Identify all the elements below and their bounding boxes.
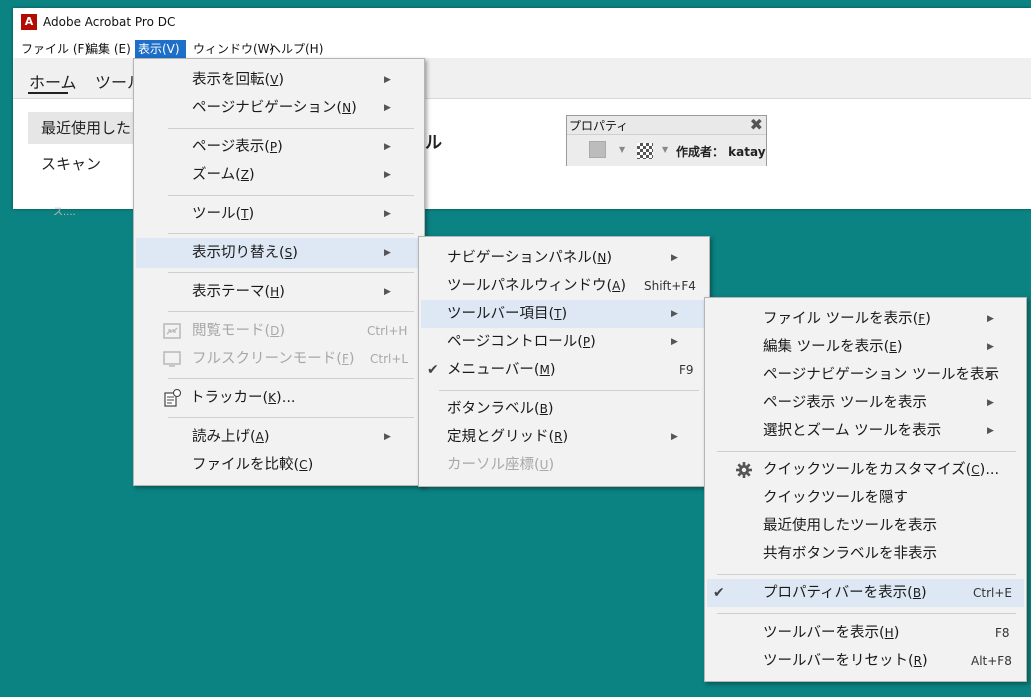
menu-item-fullscreen[interactable]: フルスクリーンモード(F) Ctrl+L [136, 345, 422, 373]
sidebar-item-scan[interactable]: スキャン [28, 148, 101, 180]
tracker-icon [164, 389, 181, 407]
separator [168, 417, 414, 418]
sidebar-item-faded: ス.... [53, 207, 76, 218]
menu-item-cursor-coordinates[interactable]: カーソル座標(U) [421, 451, 707, 479]
menu-bar: ファイル (F) 編集 (E) 表示(V) ウィンドウ(W) ヘルプ(H) [13, 38, 1031, 58]
menu-item-customize-quick-tools[interactable]: クイックツールをカスタマイズ(C)... [707, 456, 1024, 484]
chevron-right-icon: ▶ [384, 287, 391, 297]
shortcut-label: Ctrl+E [973, 586, 1012, 600]
properties-toolbar-title: プロパティ [569, 119, 629, 133]
page-heading: ル [425, 133, 442, 153]
separator [168, 233, 414, 234]
chevron-right-icon: ▶ [671, 337, 678, 347]
shortcut-label: Ctrl+H [367, 324, 408, 338]
chevron-down-icon[interactable]: ▼ [619, 145, 625, 154]
chevron-right-icon: ▶ [384, 170, 391, 180]
shortcut-label: Ctrl+L [370, 352, 409, 366]
menu-item-button-labels[interactable]: ボタンラベル(B) [421, 395, 707, 423]
chevron-right-icon: ▶ [987, 398, 994, 408]
menu-item-display-theme[interactable]: 表示テーマ(H) ▶ [136, 278, 422, 306]
menu-item-show-properties-bar[interactable]: ✔ プロパティバーを表示(B) Ctrl+E [707, 579, 1024, 607]
menu-item-read-aloud[interactable]: 読み上げ(A) ▶ [136, 423, 422, 451]
close-icon[interactable]: ✖ [750, 115, 763, 134]
menu-item-menu-bar[interactable]: ✔ メニューバー(M) F9 [421, 356, 707, 384]
separator [168, 378, 414, 379]
menu-item-show-toolbars[interactable]: ツールバーを表示(H) F8 [707, 619, 1024, 647]
shortcut-label: Shift+F4 [644, 279, 696, 293]
menu-item-rotate-view[interactable]: 表示を回転(V) ▶ [136, 66, 422, 94]
chevron-down-icon[interactable]: ▼ [662, 145, 668, 154]
menu-item-hide-share-labels[interactable]: 共有ボタンラベルを非表示 [707, 540, 1024, 568]
shortcut-label: F8 [995, 626, 1010, 640]
acrobat-logo-icon: A [21, 14, 37, 30]
shortcut-label: Alt+F8 [971, 654, 1012, 668]
chevron-right-icon: ▶ [384, 248, 391, 258]
chevron-right-icon: ▶ [987, 314, 994, 324]
menu-item-page-controls[interactable]: ページコントロール(P) ▶ [421, 328, 707, 356]
menu-item-reset-toolbars[interactable]: ツールバーをリセット(R) Alt+F8 [707, 647, 1024, 675]
toolbar-items-submenu: ファイル ツールを表示(F) ▶ 編集 ツールを表示(E) ▶ ページナビゲーシ… [704, 297, 1027, 682]
chevron-right-icon: ▶ [987, 342, 994, 352]
menu-edit[interactable]: 編集 (E) [83, 40, 134, 58]
gear-icon [736, 462, 752, 478]
menu-item-rulers-grids[interactable]: 定規とグリッド(R) ▶ [421, 423, 707, 451]
chevron-right-icon: ▶ [384, 209, 391, 219]
menu-item-hide-quick-tools[interactable]: クイックツールを隠す [707, 484, 1024, 512]
chevron-right-icon: ▶ [671, 432, 678, 442]
menu-item-show-hide[interactable]: 表示切り替え(S) ▶ [136, 238, 422, 268]
menu-item-tools-pane[interactable]: ツールパネルウィンドウ(A) Shift+F4 [421, 272, 707, 300]
chevron-right-icon: ▶ [384, 75, 391, 85]
separator [168, 311, 414, 312]
menu-item-compare-files[interactable]: ファイルを比較(C) [136, 451, 422, 479]
separator [168, 272, 414, 273]
checkmark-icon: ✔ [427, 362, 439, 378]
menu-item-toolbar-items[interactable]: ツールバー項目(T) ▶ [421, 300, 707, 328]
menu-item-navigation-panes[interactable]: ナビゲーションパネル(N) ▶ [421, 244, 707, 272]
separator [168, 128, 414, 129]
separator [717, 451, 1016, 452]
chevron-right-icon: ▶ [987, 370, 994, 380]
read-mode-icon [163, 323, 181, 339]
tab-home[interactable]: ホーム [29, 69, 77, 93]
menu-view[interactable]: 表示(V) [135, 40, 186, 58]
menu-item-show-recent-tools[interactable]: 最近使用したツールを表示 [707, 512, 1024, 540]
menu-help[interactable]: ヘルプ(H) [266, 40, 326, 58]
menu-item-show-select-zoom-tools[interactable]: 選択とズーム ツールを表示 ▶ [707, 417, 1024, 445]
separator [717, 574, 1016, 575]
menu-item-read-mode[interactable]: 閲覧モード(D) Ctrl+H [136, 317, 422, 345]
separator [168, 195, 414, 196]
menu-window[interactable]: ウィンドウ(W) [190, 40, 277, 58]
active-tab-indicator [28, 92, 68, 94]
menu-item-show-edit-tools[interactable]: 編集 ツールを表示(E) ▶ [707, 333, 1024, 361]
chevron-right-icon: ▶ [384, 103, 391, 113]
properties-toolbar-body: ▼ ▼ 作成者： katay [567, 134, 766, 166]
chevron-right-icon: ▶ [987, 426, 994, 436]
author-label: 作成者： katay [676, 145, 766, 159]
show-hide-submenu: ナビゲーションパネル(N) ▶ ツールパネルウィンドウ(A) Shift+F4 … [418, 236, 710, 487]
menu-item-page-display[interactable]: ページ表示(P) ▶ [136, 133, 422, 161]
menu-item-show-page-display-tools[interactable]: ページ表示 ツールを表示 ▶ [707, 389, 1024, 417]
separator [439, 390, 699, 391]
chevron-right-icon: ▶ [384, 432, 391, 442]
opacity-icon[interactable] [637, 143, 653, 159]
chevron-right-icon: ▶ [671, 253, 678, 263]
window-title: Adobe Acrobat Pro DC [43, 15, 176, 29]
color-swatch[interactable] [589, 141, 606, 158]
chevron-right-icon: ▶ [671, 309, 678, 319]
checkmark-icon: ✔ [713, 585, 725, 601]
menu-item-zoom[interactable]: ズーム(Z) ▶ [136, 161, 422, 189]
menu-item-show-file-tools[interactable]: ファイル ツールを表示(F) ▶ [707, 305, 1024, 333]
properties-toolbar: プロパティ ✖ ▼ ▼ 作成者： katay [566, 115, 767, 166]
menu-file[interactable]: ファイル (F) [18, 40, 92, 58]
separator [717, 613, 1016, 614]
fullscreen-icon [163, 351, 181, 367]
menu-item-tracker[interactable]: トラッカー(K)... [136, 384, 422, 412]
shortcut-label: F9 [679, 363, 694, 377]
view-menu: 表示を回転(V) ▶ ページナビゲーション(N) ▶ ページ表示(P) ▶ ズー… [133, 58, 425, 486]
menu-item-show-page-navigation-tools[interactable]: ページナビゲーション ツールを表示 ▶ [707, 361, 1024, 389]
chevron-right-icon: ▶ [384, 142, 391, 152]
menu-item-page-navigation[interactable]: ページナビゲーション(N) ▶ [136, 94, 422, 122]
menu-item-tools[interactable]: ツール(T) ▶ [136, 200, 422, 228]
title-bar: A Adobe Acrobat Pro DC [13, 8, 1031, 38]
